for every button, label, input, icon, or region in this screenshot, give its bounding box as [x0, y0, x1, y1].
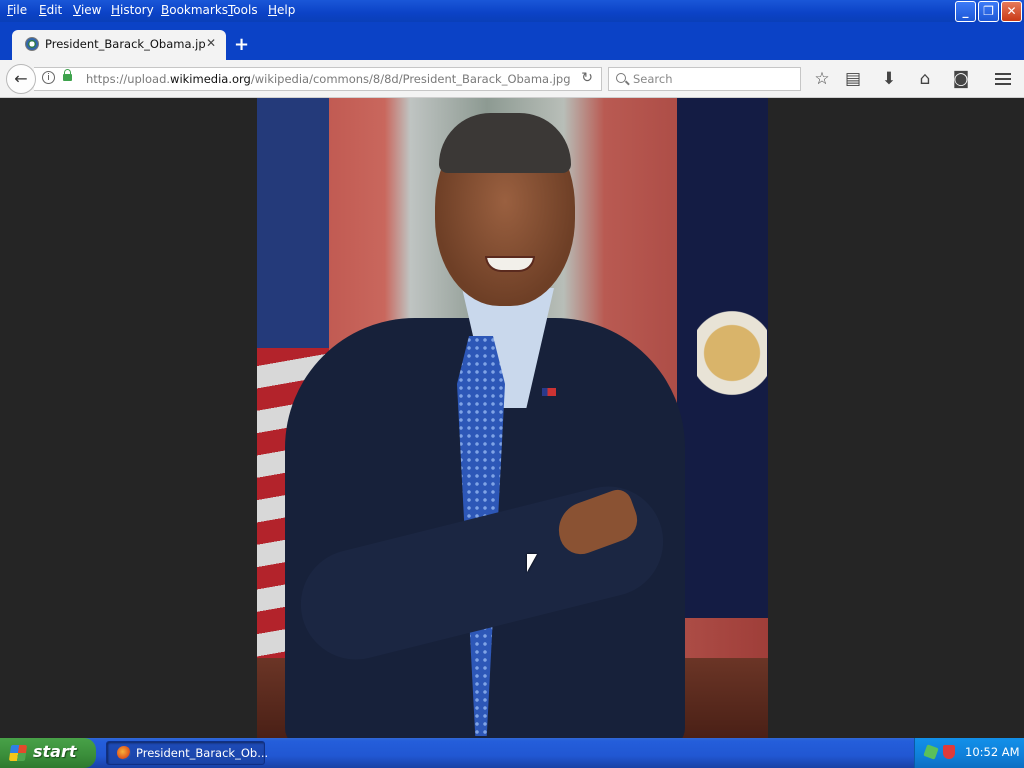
- restore-button[interactable]: ❐: [978, 1, 999, 22]
- search-box[interactable]: Search: [608, 67, 801, 91]
- tab-president-obama[interactable]: President_Barack_Obama.jpg... ✕: [12, 30, 226, 60]
- menu-help[interactable]: Help: [268, 3, 295, 17]
- back-arrow-icon: ←: [14, 69, 28, 88]
- close-window-button[interactable]: ✕: [1001, 1, 1022, 22]
- reload-icon[interactable]: ↻: [581, 70, 593, 86]
- windows-logo-icon: [8, 745, 28, 761]
- menu-tools[interactable]: Tools: [228, 3, 258, 17]
- url-prefix: https://upload.: [86, 72, 171, 86]
- tab-strip: President_Barack_Obama.jpg... ✕ +: [0, 22, 1024, 60]
- url-text[interactable]: https://upload.wikimedia.org/wikipedia/c…: [86, 72, 571, 86]
- menu-hamburger-icon[interactable]: [992, 68, 1014, 90]
- start-button[interactable]: start: [0, 738, 96, 768]
- clock[interactable]: 10:52 AM: [965, 745, 1020, 759]
- menu-edit[interactable]: Edit: [39, 3, 62, 17]
- back-button[interactable]: ←: [6, 64, 36, 94]
- taskbar-firefox-button[interactable]: President_Barack_Ob...: [106, 741, 269, 765]
- menu-bar: File Edit View History Bookmarks Tools H…: [0, 0, 1024, 22]
- lock-icon: [63, 69, 72, 81]
- system-tray: 10:52 AM: [914, 738, 1024, 768]
- network-tray-icon[interactable]: [923, 744, 939, 760]
- tab-title: President_Barack_Obama.jpg...: [45, 37, 205, 51]
- mouse-cursor-icon: [527, 554, 537, 572]
- presidential-flag: [677, 98, 768, 618]
- menu-bookmarks[interactable]: Bookmarks: [161, 3, 228, 17]
- start-label: start: [33, 742, 77, 761]
- home-icon[interactable]: ⌂: [914, 68, 936, 90]
- taskbar-button-label: President_Barack_Ob...: [136, 746, 269, 760]
- firefox-icon: [117, 746, 131, 760]
- menu-file[interactable]: File: [7, 3, 27, 17]
- menu-history[interactable]: History: [111, 3, 154, 17]
- security-shield-icon[interactable]: [943, 745, 955, 759]
- tab-close-icon[interactable]: ✕: [206, 36, 216, 50]
- flag-pin: [542, 388, 556, 396]
- address-bar[interactable]: i https://upload.wikimedia.org/wikipedia…: [34, 67, 602, 91]
- search-placeholder: Search: [633, 72, 673, 86]
- pocket-icon[interactable]: ◙: [950, 68, 972, 90]
- new-tab-button[interactable]: +: [234, 34, 249, 55]
- menu-view[interactable]: View: [73, 3, 101, 17]
- site-info-icon[interactable]: i: [42, 71, 55, 84]
- image-viewer: [0, 98, 1024, 738]
- nav-toolbar: i https://upload.wikimedia.org/wikipedia…: [0, 60, 1024, 98]
- portrait-photo[interactable]: [257, 98, 768, 738]
- taskbar: start President_Barack_Ob... 10:52 AM: [0, 738, 1024, 768]
- bookmark-star-icon[interactable]: ☆: [811, 68, 833, 90]
- minimize-button[interactable]: _: [955, 1, 976, 22]
- url-path: /wikipedia/commons/8/8d/President_Barack…: [250, 72, 571, 86]
- search-icon: [616, 73, 626, 83]
- url-host: wikimedia.org: [170, 72, 251, 86]
- wikimedia-favicon-icon: [25, 37, 39, 51]
- downloads-icon[interactable]: ⬇: [878, 68, 900, 90]
- reading-list-icon[interactable]: ▤: [842, 68, 864, 90]
